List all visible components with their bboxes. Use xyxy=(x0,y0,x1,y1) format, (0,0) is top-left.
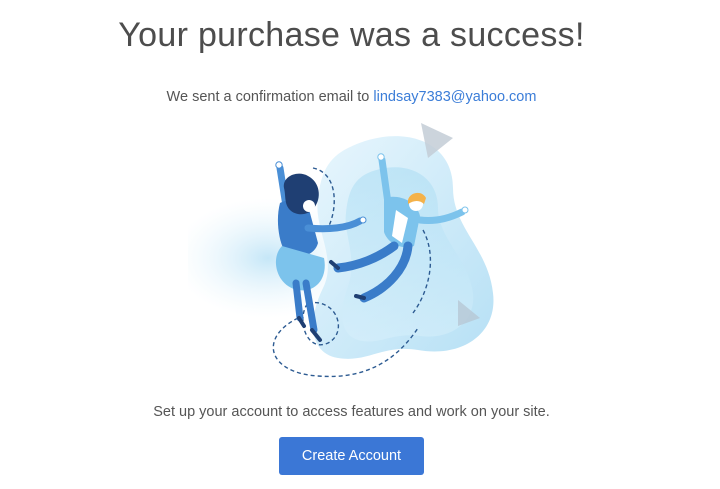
celebration-illustration xyxy=(188,123,494,378)
page-title: Your purchase was a success! xyxy=(118,16,585,54)
setup-account-message: Set up your account to access features a… xyxy=(153,404,550,420)
confirmation-prefix: We sent a confirmation email to xyxy=(166,89,374,105)
create-account-button[interactable]: Create Account xyxy=(279,437,424,475)
confirmation-message: We sent a confirmation email to lindsay7… xyxy=(0,88,703,106)
confirmation-email-link[interactable]: lindsay7383@yahoo.com xyxy=(373,89,536,105)
purchase-success-page: Your purchase was a success! We sent a c… xyxy=(0,0,720,489)
